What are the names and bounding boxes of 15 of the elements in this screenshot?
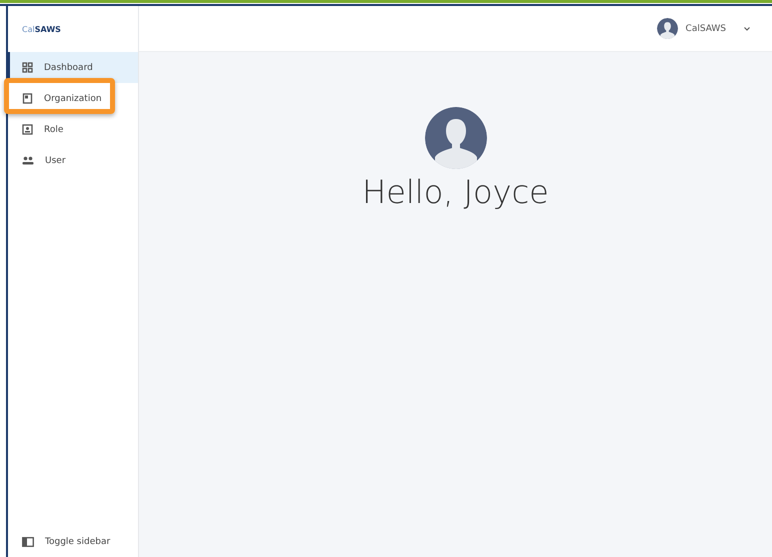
avatar-icon [424, 107, 486, 169]
greeting: Hello, Joyce [362, 173, 549, 211]
toggle-sidebar-button[interactable]: Toggle sidebar [8, 527, 138, 557]
sidebar-item[interactable]: Role [8, 114, 138, 145]
sidebar-icon [22, 537, 34, 547]
dashboard-icon [22, 62, 33, 73]
sidebar-item[interactable]: User [8, 145, 138, 176]
sidebar-item[interactable]: Organization [8, 83, 138, 114]
users-icon [22, 156, 34, 165]
avatar-icon [656, 18, 678, 39]
user-name[interactable]: CalSAWS [686, 24, 726, 34]
caret-icon[interactable] [744, 26, 750, 30]
book-icon [22, 93, 33, 104]
id-card-icon [22, 124, 33, 135]
app-logo: CalSAWS [22, 24, 61, 34]
